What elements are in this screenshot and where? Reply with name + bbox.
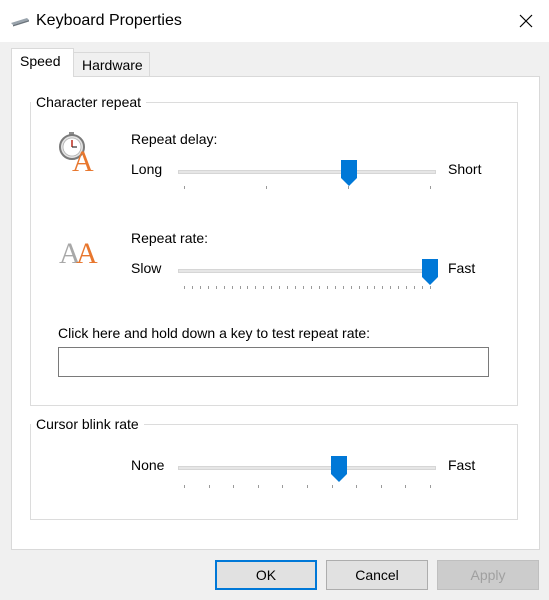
slider-tick — [374, 286, 375, 289]
window-title: Keyboard Properties — [36, 12, 182, 29]
slider-tick — [327, 286, 328, 289]
slider-tick — [224, 286, 225, 289]
repeat-delay-slider-thumb[interactable] — [340, 160, 357, 186]
slider-tick — [266, 186, 267, 189]
close-button[interactable] — [503, 0, 549, 42]
tab-speed[interactable]: Speed — [11, 48, 74, 77]
cursor-blink-ticks — [184, 485, 431, 488]
slider-tick — [398, 286, 399, 289]
tab-hardware[interactable]: Hardware — [73, 52, 150, 78]
slider-tick — [216, 286, 217, 289]
test-repeat-label: Click here and hold down a key to test r… — [58, 325, 371, 341]
slider-tick — [430, 186, 431, 189]
repeat-delay-min-label: Long — [131, 161, 163, 177]
slider-tick — [390, 286, 391, 289]
svg-text:A: A — [76, 237, 98, 267]
repeat-delay-slider-track[interactable] — [178, 170, 436, 174]
slider-tick — [359, 286, 360, 289]
repeat-delay-ticks — [184, 186, 431, 189]
repeat-rate-ticks — [184, 286, 431, 289]
svg-text:A: A — [72, 145, 94, 175]
slider-tick — [192, 286, 193, 289]
title-bar: Keyboard Properties — [0, 0, 549, 42]
slider-tick — [233, 485, 234, 488]
slider-tick — [247, 286, 248, 289]
ok-button[interactable]: OK — [215, 560, 317, 590]
cursor-blink-group — [30, 424, 518, 520]
apply-button[interactable]: Apply — [437, 560, 539, 590]
slider-tick — [208, 286, 209, 289]
slider-tick — [348, 186, 349, 189]
slider-tick — [258, 485, 259, 488]
repeat-rate-slider-thumb[interactable] — [422, 259, 438, 285]
character-repeat-label: Character repeat — [31, 93, 147, 111]
test-repeat-input[interactable] — [58, 347, 489, 377]
close-icon — [519, 14, 533, 28]
slider-tick — [381, 485, 382, 488]
repeat-delay-label: Repeat delay: — [131, 131, 218, 147]
slider-tick — [307, 485, 308, 488]
slider-tick — [422, 286, 423, 289]
keyboard-icon — [11, 18, 29, 27]
slider-tick — [430, 485, 431, 488]
slider-tick — [343, 286, 344, 289]
slider-tick — [232, 286, 233, 289]
cursor-blink-slider-track[interactable] — [178, 466, 436, 470]
slider-tick — [406, 286, 407, 289]
cursor-blink-min-label: None — [131, 457, 165, 473]
slider-tick — [200, 286, 201, 289]
slider-tick — [332, 485, 333, 488]
repeat-rate-min-label: Slow — [131, 260, 162, 276]
stopwatch-letter-icon: A — [59, 132, 94, 175]
slider-tick — [382, 286, 383, 289]
slider-tick — [184, 286, 185, 289]
repeat-rate-max-label: Fast — [448, 260, 476, 276]
cursor-blink-max-label: Fast — [448, 457, 476, 473]
slider-tick — [271, 286, 272, 289]
slider-tick — [303, 286, 304, 289]
repeat-rate-slider-track[interactable] — [178, 269, 436, 273]
slider-tick — [351, 286, 352, 289]
cancel-button[interactable]: Cancel — [326, 560, 428, 590]
cursor-blink-slider-thumb[interactable] — [330, 456, 347, 482]
cursor-blink-label: Cursor blink rate — [31, 415, 144, 433]
slider-tick — [311, 286, 312, 289]
slider-tick — [240, 286, 241, 289]
slider-tick — [184, 186, 185, 189]
slider-tick — [255, 286, 256, 289]
slider-tick — [335, 286, 336, 289]
slider-tick — [367, 286, 368, 289]
repeat-delay-max-label: Short — [448, 161, 482, 177]
slider-tick — [356, 485, 357, 488]
slider-tick — [279, 286, 280, 289]
slider-tick — [319, 286, 320, 289]
double-letter-icon: A A — [59, 237, 98, 267]
slider-tick — [414, 286, 415, 289]
slider-tick — [287, 286, 288, 289]
slider-tick — [263, 286, 264, 289]
slider-tick — [209, 485, 210, 488]
slider-tick — [184, 485, 185, 488]
slider-tick — [405, 485, 406, 488]
repeat-rate-label: Repeat rate: — [131, 230, 209, 246]
slider-tick — [295, 286, 296, 289]
slider-tick — [282, 485, 283, 488]
slider-tick — [430, 286, 431, 289]
